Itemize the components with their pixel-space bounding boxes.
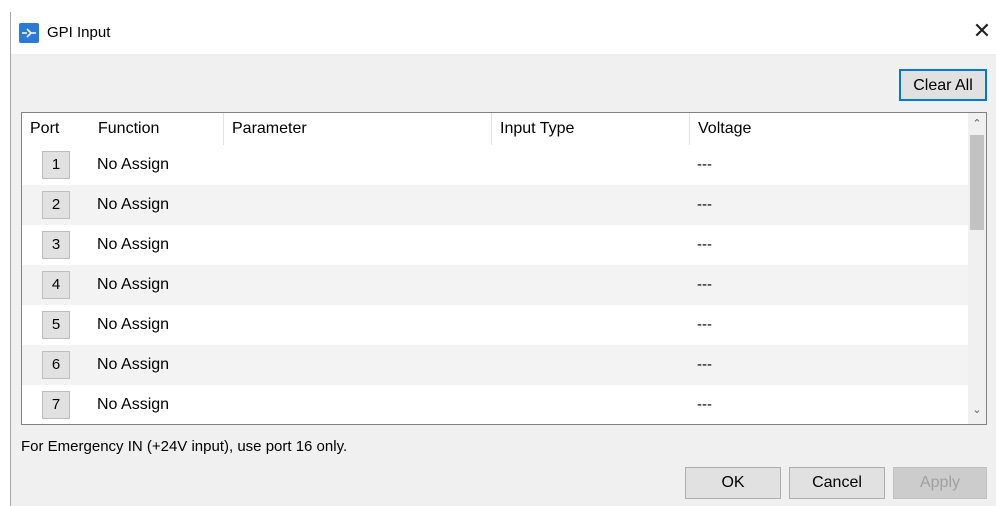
column-header-input-type[interactable]: Input Type (492, 113, 690, 145)
voltage-cell: --- (697, 316, 712, 333)
voltage-cell: --- (697, 156, 712, 173)
port-button[interactable]: 3 (42, 231, 70, 259)
column-header-parameter[interactable]: Parameter (224, 113, 492, 145)
port-button[interactable]: 7 (42, 391, 70, 419)
function-cell[interactable]: No Assign (97, 225, 169, 265)
table-row[interactable]: 4 No Assign --- (22, 265, 968, 305)
voltage-cell: --- (697, 236, 712, 253)
vertical-scrollbar[interactable]: ⌃ ⌄ (968, 113, 986, 424)
table-row[interactable]: 7 No Assign --- (22, 385, 968, 424)
window-title: GPI Input (47, 24, 111, 41)
voltage-cell: --- (697, 396, 712, 413)
table-body: 1 No Assign --- 2 No Assign --- 3 No Ass… (22, 145, 968, 424)
port-button[interactable]: 6 (42, 351, 70, 379)
clear-all-button[interactable]: Clear All (899, 69, 987, 101)
column-header-voltage[interactable]: Voltage (690, 113, 968, 145)
emergency-note: For Emergency IN (+24V input), use port … (21, 438, 348, 455)
port-button[interactable]: 1 (42, 151, 70, 179)
port-button[interactable]: 5 (42, 311, 70, 339)
function-cell[interactable]: No Assign (97, 185, 169, 225)
voltage-cell: --- (697, 276, 712, 293)
column-header-function[interactable]: Function (90, 113, 224, 145)
table-row[interactable]: 1 No Assign --- (22, 145, 968, 185)
voltage-cell: --- (697, 196, 712, 213)
title-bar: GPI Input ✕ (11, 12, 996, 54)
chevron-down-icon[interactable]: ⌄ (968, 403, 986, 421)
table-row[interactable]: 3 No Assign --- (22, 225, 968, 265)
voltage-cell: --- (697, 356, 712, 373)
table-row[interactable]: 2 No Assign --- (22, 185, 968, 225)
cancel-button[interactable]: Cancel (789, 467, 885, 499)
chevron-up-icon[interactable]: ⌃ (968, 117, 986, 135)
table-row[interactable]: 5 No Assign --- (22, 305, 968, 345)
function-cell[interactable]: No Assign (97, 385, 169, 424)
table-row[interactable]: 6 No Assign --- (22, 345, 968, 385)
scrollbar-thumb[interactable] (970, 135, 984, 230)
gpi-port-table: Port Function Parameter Input Type Volta… (21, 112, 987, 425)
function-cell[interactable]: No Assign (97, 345, 169, 385)
function-cell[interactable]: No Assign (97, 305, 169, 345)
function-cell[interactable]: No Assign (97, 145, 169, 185)
gpi-input-dialog: GPI Input ✕ Clear All Port Function Para… (10, 12, 996, 506)
apply-button[interactable]: Apply (893, 467, 987, 499)
close-icon[interactable]: ✕ (967, 17, 996, 47)
ok-button[interactable]: OK (685, 467, 781, 499)
gpi-app-icon (19, 23, 39, 43)
table-header: Port Function Parameter Input Type Volta… (22, 113, 968, 145)
port-button[interactable]: 4 (42, 271, 70, 299)
port-button[interactable]: 2 (42, 191, 70, 219)
function-cell[interactable]: No Assign (97, 265, 169, 305)
column-header-port[interactable]: Port (22, 113, 90, 145)
